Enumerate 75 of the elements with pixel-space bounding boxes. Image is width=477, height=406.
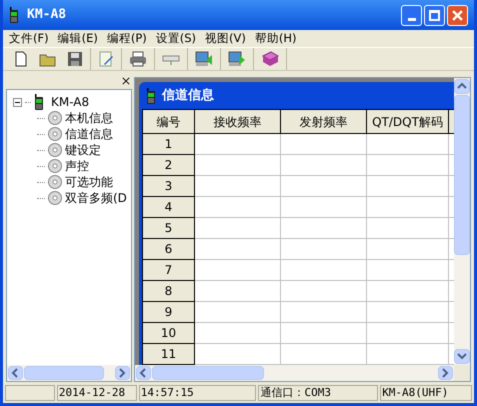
tree-item[interactable]: 本机信息 (65, 109, 113, 127)
radio-icon (146, 88, 156, 104)
scroll-right-button[interactable] (438, 366, 454, 380)
vertical-scrollbar[interactable] (454, 78, 470, 365)
book-icon[interactable] (261, 51, 279, 67)
horizontal-scrollbar[interactable] (7, 365, 131, 381)
collapse-toggle[interactable] (13, 98, 22, 106)
new-file-icon[interactable] (13, 51, 29, 67)
column-header[interactable]: 编号 (142, 110, 194, 134)
status-panel (5, 385, 55, 401)
disc-icon (48, 111, 62, 125)
scroll-up-button[interactable] (454, 79, 470, 94)
row-header: 5 (142, 218, 194, 238)
menu-item[interactable]: 视图(V) (205, 30, 246, 48)
row-header: 3 (142, 176, 194, 196)
scroll-left-button[interactable] (136, 366, 151, 380)
row-header: 8 (142, 280, 194, 302)
disc-icon (48, 191, 62, 205)
chevron-up-icon (457, 82, 467, 92)
chevron-right-icon (440, 368, 451, 378)
edit-icon[interactable] (98, 51, 114, 67)
minimize-button[interactable] (401, 4, 422, 26)
tree-item[interactable]: KM-A8 (51, 93, 90, 111)
menu-item[interactable]: 设置(S) (156, 30, 196, 48)
child-window-title: 信道信息 (162, 86, 214, 105)
status-field: KM-A8(UHF) (380, 385, 472, 401)
printer-icon[interactable] (129, 51, 147, 67)
row-header: 9 (142, 302, 194, 322)
column-header[interactable]: QT/DQT解码 (366, 110, 448, 134)
horizontal-scrollbar[interactable] (135, 365, 454, 381)
maximize-button[interactable] (424, 4, 445, 26)
write-to-radio-icon[interactable] (228, 51, 246, 67)
menu-item[interactable]: 帮助(H) (254, 30, 297, 48)
scroll-left-button[interactable] (8, 366, 23, 380)
row-header: 11 (142, 344, 194, 364)
tree-item[interactable]: 键设定 (65, 141, 101, 159)
disc-icon (48, 143, 62, 157)
disc-icon (48, 175, 62, 189)
tree-item[interactable]: 可选功能 (65, 173, 113, 191)
scrollbar-thumb[interactable] (24, 366, 104, 380)
column-header[interactable]: 发射频率 (280, 110, 366, 134)
radio-icon (34, 94, 44, 110)
chevron-left-icon (138, 368, 148, 378)
read-from-radio-icon[interactable] (195, 51, 213, 67)
disc-icon (48, 127, 62, 141)
row-header: 10 (142, 322, 194, 344)
status-field: 14:57:15 (138, 385, 256, 401)
tree-item[interactable]: 声控 (65, 157, 89, 175)
scrollbar-corner (454, 365, 470, 381)
row-header: 2 (142, 154, 194, 176)
save-icon[interactable] (67, 51, 83, 67)
row-header: 4 (142, 196, 194, 218)
window-title: KM-A8 (27, 6, 66, 24)
menu-item[interactable]: 文件(F) (9, 30, 49, 48)
close-button[interactable] (447, 4, 468, 26)
close-icon[interactable] (122, 77, 130, 85)
scroll-down-button[interactable] (454, 349, 470, 364)
scroll-right-button[interactable] (115, 366, 130, 380)
column-header[interactable]: 接收频率 (194, 110, 280, 134)
menu-item[interactable]: 编程(P) (106, 30, 147, 48)
menu-item[interactable]: 编辑(E) (58, 30, 98, 48)
disc-icon (48, 159, 62, 173)
status-field: 通信口：COM3 (258, 385, 378, 401)
chevron-down-icon (457, 352, 467, 362)
chevron-left-icon (10, 368, 20, 378)
tree-item[interactable]: 信道信息 (65, 125, 113, 143)
row-header: 1 (142, 134, 194, 154)
app-icon (9, 7, 19, 23)
row-header: 7 (142, 260, 194, 280)
chevron-right-icon (118, 368, 128, 378)
tree-item[interactable]: 双音多频(D (65, 189, 127, 207)
row-header: 6 (142, 238, 194, 260)
scrollbar-thumb[interactable] (152, 366, 264, 380)
status-field: 2014-12-28 (56, 385, 137, 401)
scrollbar-thumb[interactable] (454, 95, 470, 255)
